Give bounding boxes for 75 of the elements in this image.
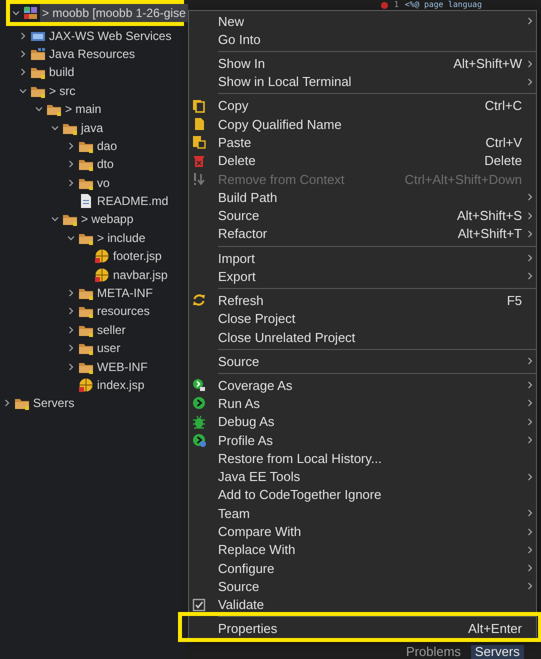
tree-item[interactable]: JAX-WS Web Services [47,26,174,45]
document-icon [192,117,206,132]
tree-item[interactable]: build [47,63,76,82]
menu-item[interactable]: Close Project [189,310,536,328]
view-tab[interactable]: Servers [470,645,524,659]
coverage-icon [192,378,206,392]
menu-item[interactable]: Coverage As [189,376,536,394]
tree-item[interactable]: index.jsp [95,376,146,394]
menu-item[interactable]: Restore from Local History... [189,449,536,468]
tree-item[interactable]: > moobb [moobb 1-26-gise [40,4,188,22]
remove-icon [192,172,206,186]
menu-item[interactable]: Copy Qualified Name [189,115,536,134]
tree-item[interactable]: user [95,339,122,358]
menu-item[interactable]: Paste Ctrl+V [189,133,536,152]
tree-item[interactable]: > webapp [79,210,136,228]
menu-item[interactable]: Delete Delete [189,152,536,170]
menu-item[interactable]: Java EE Tools [189,468,536,486]
menu-item[interactable]: Profile As [189,430,536,450]
tree-item[interactable]: seller [95,320,128,339]
tree-item[interactable]: dto [95,155,116,174]
globe-file-icon [94,266,110,283]
menu-item[interactable]: Close Unrelated Project [189,328,536,346]
tree-item[interactable]: > include [95,228,148,247]
tree-item[interactable]: dao [95,136,120,155]
tree-item[interactable]: footer.jsp [111,247,164,266]
menu-item[interactable]: Validate [189,596,536,614]
bug-icon [192,414,206,429]
menu-item[interactable]: Source [189,352,536,370]
tree-item[interactable]: README.md [95,192,170,210]
tree-item[interactable]: WEB-INF [95,358,150,376]
tree-item[interactable]: META-INF [95,284,155,302]
checkbox-icon [192,598,206,612]
menu-item[interactable]: Add to CodeTogether Ignore [189,486,536,504]
menu-item[interactable]: Compare With [189,522,536,541]
tree-item[interactable]: Servers [31,394,76,412]
menu-item[interactable]: Replace With [189,540,536,559]
menu-item[interactable]: Go Into [189,30,536,49]
globe-file-icon [78,377,94,393]
menu-item[interactable]: Show in Local Terminal [189,72,536,91]
tree-item[interactable]: > main [63,100,104,118]
menu-item[interactable]: Properties Alt+Enter [189,620,536,638]
menu-item[interactable]: New [189,12,536,30]
menu-item[interactable]: Source [189,577,536,596]
menu-item[interactable]: Build Path [189,188,536,207]
menu-item[interactable]: Run As [189,394,536,413]
text-file-icon [78,193,94,210]
refresh-icon [192,293,206,308]
menu-item[interactable]: Configure [189,559,536,578]
tree-item[interactable]: > src [47,82,78,100]
menu-item[interactable]: Refresh F5 [189,291,536,310]
tree-item[interactable]: vo [95,174,112,192]
globe-file-icon [94,248,110,264]
menu-item[interactable]: Show In Alt+Shift+W [189,54,536,73]
code-line: <%@ page languag [404,0,482,10]
breakpoint-icon [381,2,388,8]
menu-item[interactable]: Export [189,267,536,286]
menu-item[interactable]: Copy Ctrl+C [189,96,536,116]
copy-icon [192,98,206,113]
library-folder-icon [30,46,46,62]
tree-item[interactable]: java [79,118,106,137]
tree-item[interactable]: navbar.jsp [111,266,170,284]
profile-icon [192,433,206,448]
run-icon [192,396,206,410]
menu-item[interactable]: Source Alt+Shift+S [189,206,536,225]
tree-item[interactable]: resources [95,302,152,320]
trash-icon [192,154,206,168]
view-tab[interactable]: Problems [402,645,465,659]
menu-item[interactable]: Debug As [189,412,536,431]
line-number: 1 [394,0,399,10]
menu-item[interactable]: Import [189,248,536,268]
menu-item[interactable]: Team [189,504,536,522]
tree-item[interactable]: Java Resources [47,44,138,63]
project-icon [23,5,39,22]
menu-item[interactable]: Refactor Alt+Shift+T [189,224,536,244]
paste-icon [192,135,206,150]
